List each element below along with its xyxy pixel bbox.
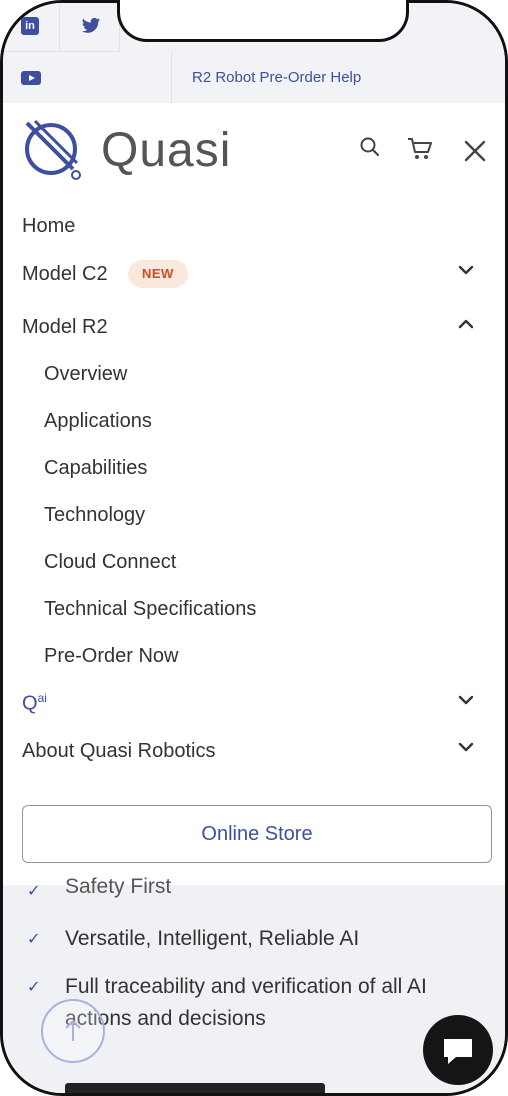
submenu-item-cloud-connect[interactable]: Cloud Connect	[44, 551, 176, 574]
section-heading-partial	[65, 1083, 325, 1093]
chevron-down-icon[interactable]	[457, 738, 475, 756]
check-icon: ✓	[27, 931, 41, 948]
menu-item-home[interactable]: Home	[22, 215, 75, 238]
linkedin-icon[interactable]: in	[21, 17, 39, 35]
feature-item: Versatile, Intelligent, Reliable AI	[65, 927, 360, 950]
chevron-down-icon[interactable]	[457, 261, 475, 279]
close-icon[interactable]	[464, 140, 486, 162]
submenu-item-pre-order-now[interactable]: Pre-Order Now	[44, 645, 178, 668]
menu-item-about[interactable]: About Quasi Robotics	[22, 740, 215, 763]
arrow-up-icon	[65, 1019, 81, 1041]
phone-frame: in R2 Robot Pre-Order Help Quasi Home Mo…	[0, 0, 508, 1096]
check-icon: ✓	[27, 979, 41, 996]
submenu-item-capabilities[interactable]: Capabilities	[44, 457, 147, 480]
preorder-help-link[interactable]: R2 Robot Pre-Order Help	[192, 69, 361, 86]
twitter-icon[interactable]	[81, 17, 101, 35]
chevron-up-icon[interactable]	[457, 315, 475, 333]
submenu-item-overview[interactable]: Overview	[44, 363, 127, 386]
phone-notch	[117, 0, 409, 42]
cart-icon[interactable]	[407, 137, 433, 161]
submenu-item-technology[interactable]: Technology	[44, 504, 145, 527]
quasi-logo-icon[interactable]	[21, 117, 83, 183]
feature-item: Safety First	[65, 875, 172, 898]
new-badge: NEW	[128, 260, 188, 288]
feature-item: Full traceability and verification of al…	[65, 975, 427, 1030]
youtube-icon[interactable]	[21, 71, 41, 85]
check-icon: ✓	[27, 883, 41, 900]
scroll-to-top-button[interactable]	[41, 999, 105, 1063]
chat-bubble-icon	[444, 1039, 472, 1064]
chat-button[interactable]	[423, 1015, 493, 1085]
site-header: Quasi	[3, 103, 505, 203]
submenu-item-applications[interactable]: Applications	[44, 410, 152, 433]
menu-item-qai[interactable]: Qai	[22, 691, 47, 716]
menu-item-model-c2[interactable]: Model C2	[22, 263, 108, 286]
search-icon[interactable]	[360, 137, 380, 157]
online-store-button[interactable]: Online Store	[22, 805, 492, 863]
logo-wordmark[interactable]: Quasi	[101, 123, 231, 178]
submenu-item-technical-specifications[interactable]: Technical Specifications	[44, 598, 256, 621]
menu-item-model-r2[interactable]: Model R2	[22, 316, 108, 339]
qai-label: Q	[22, 692, 38, 715]
qai-superscript: ai	[37, 691, 47, 705]
chevron-down-icon[interactable]	[457, 691, 475, 709]
